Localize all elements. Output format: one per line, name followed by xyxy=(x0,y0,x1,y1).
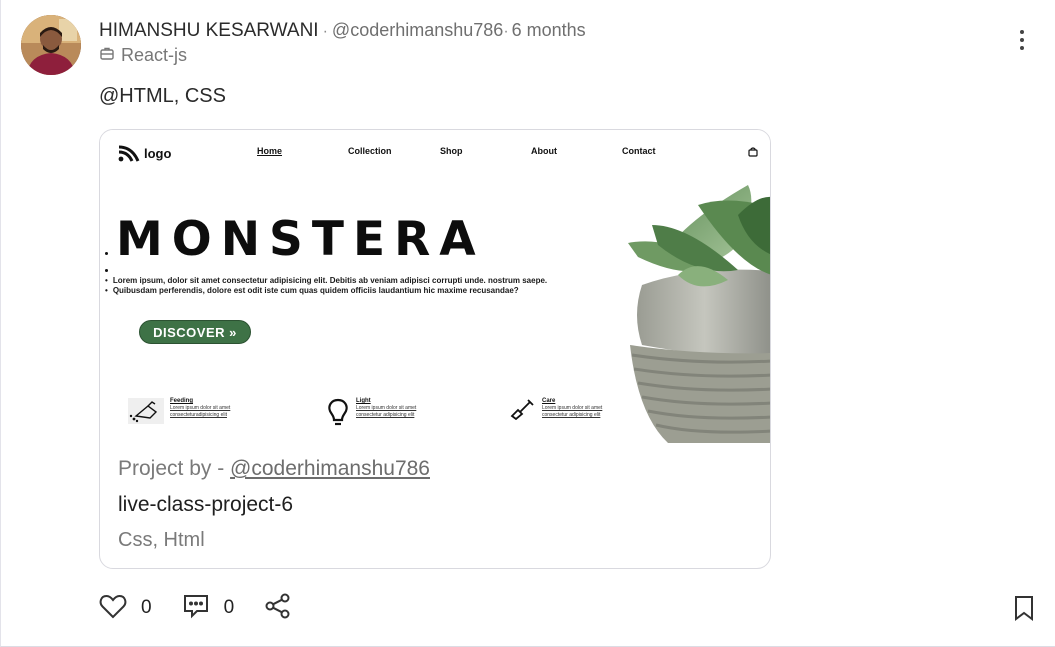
post-text: @HTML, CSS xyxy=(99,85,226,107)
preview-feature-feeding: Feeding Lorem ipsum dolor sit amet conse… xyxy=(128,398,250,429)
like-button[interactable]: 0 xyxy=(99,593,152,624)
project-card[interactable]: logo Home Collection Shop About Contact … xyxy=(99,129,771,569)
preview-bullet-list: Lorem ipsum, dolor sit amet consectetur … xyxy=(105,276,645,296)
post-actions: 0 0 xyxy=(99,593,322,624)
preview-feature-light: Light Lorem ipsum dolor sit amet consect… xyxy=(326,398,436,431)
preview-logo: logo xyxy=(118,144,171,162)
project-tags: Css, Html xyxy=(118,529,205,551)
preview-discover-button: DISCOVER » xyxy=(139,320,251,344)
preview-heading: MONSTERA xyxy=(116,212,485,267)
more-vertical-icon[interactable] xyxy=(1009,27,1035,53)
feature-desc: Lorem ipsum dolor sit amet consectetur a… xyxy=(542,405,603,418)
post-card: HIMANSHU KESARWANI · @coderhimanshu786 ·… xyxy=(0,0,1055,647)
heart-icon xyxy=(99,593,127,624)
category-label: React-js xyxy=(121,45,188,65)
share-button[interactable] xyxy=(264,593,292,624)
post-category[interactable]: React-js xyxy=(99,45,187,66)
comment-icon xyxy=(182,593,210,624)
feature-desc: Lorem ipsum dolor sit amet consecteturad… xyxy=(170,405,231,418)
preview-nav-contact: Contact xyxy=(622,146,656,156)
feature-title: Light xyxy=(356,398,371,404)
project-by-label: Project by - xyxy=(118,457,231,480)
watering-can-icon xyxy=(128,398,164,429)
feature-title: Care xyxy=(542,398,556,404)
feature-desc: Lorem ipsum dolor sit amet consectetur a… xyxy=(356,405,417,418)
project-title[interactable]: live-class-project-6 xyxy=(118,493,293,517)
post-header: HIMANSHU KESARWANI · @coderhimanshu786 ·… xyxy=(99,20,586,42)
shovel-icon xyxy=(510,398,536,425)
comment-button[interactable]: 0 xyxy=(182,593,235,624)
like-count: 0 xyxy=(141,597,152,618)
preview-nav-home: Home xyxy=(257,146,283,156)
bullet-dot xyxy=(105,252,108,255)
preview-bullet: Lorem ipsum, dolor sit amet consectetur … xyxy=(105,276,645,286)
wifi-logo-icon xyxy=(118,145,140,162)
feature-title: Feeding xyxy=(170,398,194,404)
post-time: 6 months xyxy=(511,20,586,40)
preview-nav-shop: Shop xyxy=(440,146,463,156)
succulent-plant-image xyxy=(628,185,770,443)
author-avatar[interactable] xyxy=(21,15,81,75)
project-author: Project by - @coderhimanshu786 xyxy=(118,457,430,481)
lightbulb-icon xyxy=(326,398,350,431)
preview-feature-care: Care Lorem ipsum dolor sit amet consecte… xyxy=(510,398,622,425)
preview-logo-text: logo xyxy=(144,145,172,161)
project-preview-image[interactable]: logo Home Collection Shop About Contact … xyxy=(100,130,770,443)
bullet-dot xyxy=(105,269,108,272)
author-name[interactable]: HIMANSHU KESARWANI xyxy=(99,20,319,42)
preview-nav-collection: Collection xyxy=(348,146,392,156)
bookmark-icon[interactable] xyxy=(1013,595,1035,626)
author-handle[interactable]: @coderhimanshu786 xyxy=(332,20,503,41)
project-author-link[interactable]: @coderhimanshu786 xyxy=(230,457,430,480)
comment-count: 0 xyxy=(223,597,235,618)
header-separator: · xyxy=(503,23,509,40)
shopping-bag-icon xyxy=(748,144,758,162)
briefcase-icon xyxy=(99,45,121,66)
header-separator: · xyxy=(322,23,328,40)
preview-bullet: Quibusdam perferendis, dolore est odit i… xyxy=(105,286,645,296)
share-icon xyxy=(264,593,292,624)
preview-nav-about: About xyxy=(531,146,557,156)
